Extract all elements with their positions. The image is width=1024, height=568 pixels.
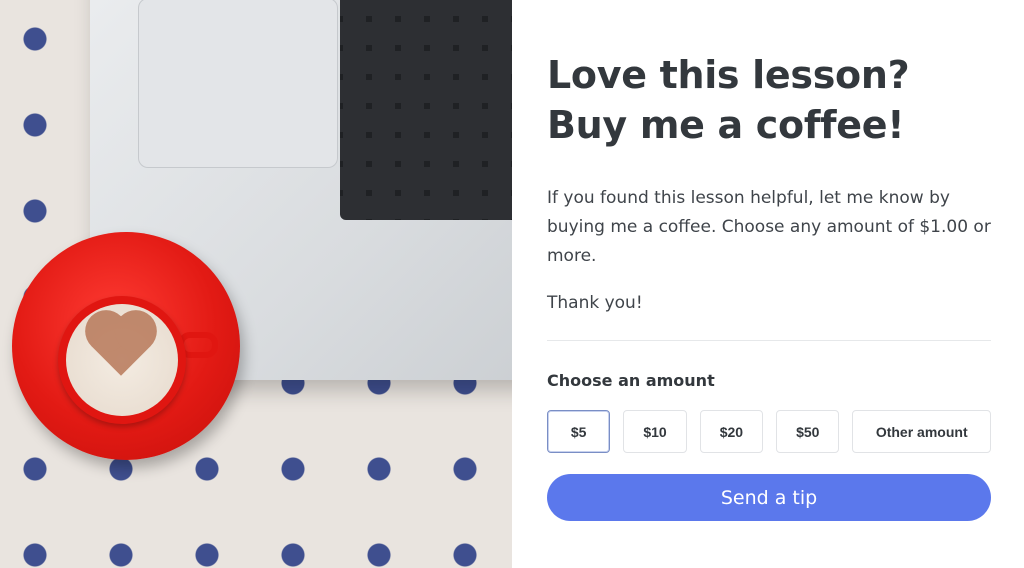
title-line-2: Buy me a coffee!	[547, 103, 905, 147]
description-text: If you found this lesson helpful, let me…	[547, 188, 991, 266]
laptop-trackpad	[138, 0, 338, 168]
coffee-laptop-photo	[0, 0, 512, 568]
amount-options: $5 $10 $20 $50 Other amount	[547, 410, 991, 453]
choose-amount-label: Choose an amount	[547, 371, 715, 390]
divider	[547, 340, 991, 341]
amount-50-button[interactable]: $50	[776, 410, 840, 453]
amount-10-button[interactable]: $10	[623, 410, 687, 453]
page-title: Love this lesson? Buy me a coffee!	[547, 50, 987, 150]
tip-panel: Love this lesson? Buy me a coffee! If yo…	[512, 0, 1024, 568]
tip-card: Love this lesson? Buy me a coffee! If yo…	[0, 0, 1024, 568]
thanks-text: Thank you!	[547, 293, 643, 313]
amount-5-button[interactable]: $5	[547, 410, 611, 453]
laptop-keyboard	[340, 0, 512, 220]
send-tip-button[interactable]: Send a tip	[547, 474, 991, 521]
amount-20-button[interactable]: $20	[699, 410, 764, 453]
other-amount-button[interactable]: Other amount	[852, 410, 991, 453]
title-line-1: Love this lesson?	[547, 53, 910, 97]
